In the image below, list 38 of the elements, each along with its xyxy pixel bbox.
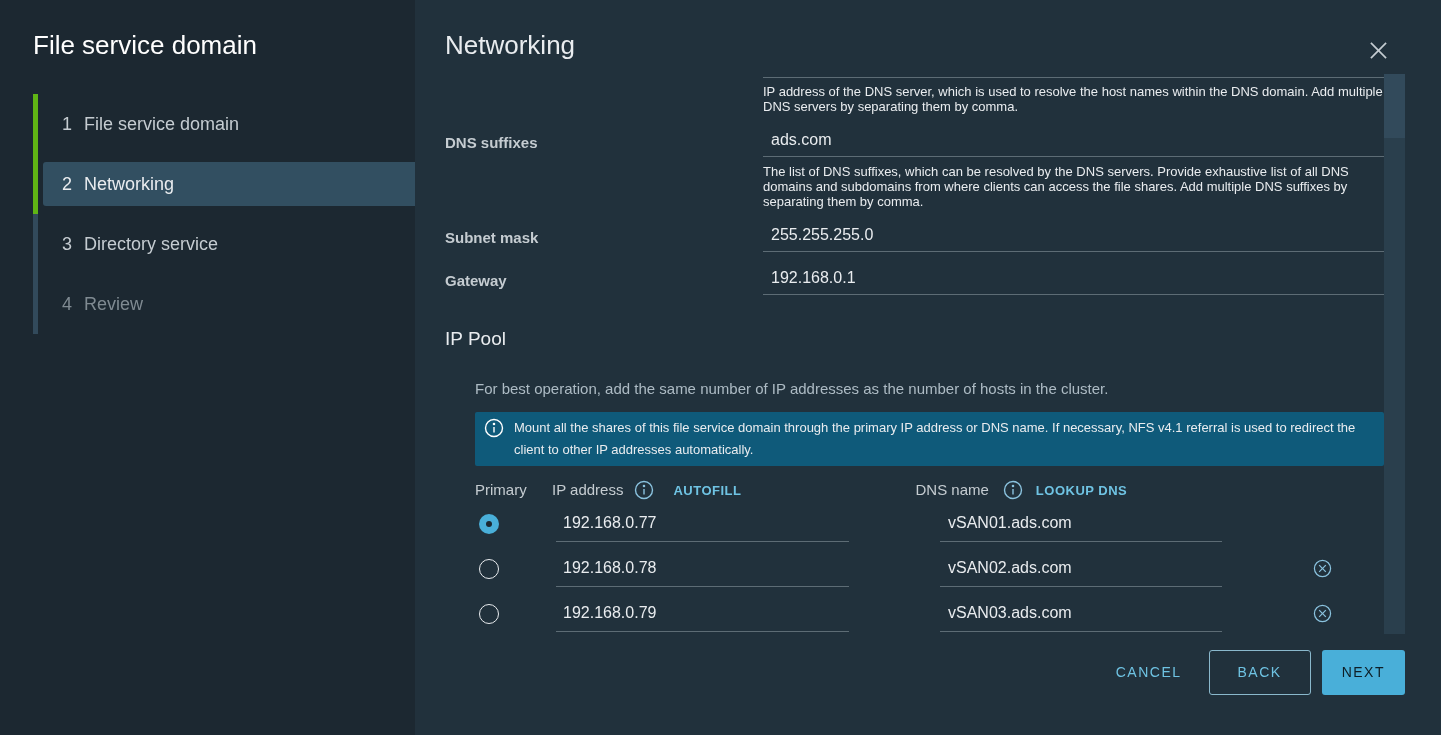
lookup-dns-link[interactable]: LOOKUP DNS <box>1035 480 1128 500</box>
footer-button[interactable]: NEXT <box>1321 650 1405 695</box>
text-field[interactable]: 255.255.255.0 <box>763 209 1384 252</box>
info-icon <box>484 418 504 438</box>
help-text: IP address of the DNS server, which is used to resolve the host names within the DNS domain. Add multiple DNS servers by separating them by comma. <box>763 84 1384 114</box>
field-label: Subnet mask <box>445 227 540 248</box>
scrollbar[interactable] <box>1384 74 1405 634</box>
column-header: Primary <box>475 480 528 500</box>
description-text: For best operation, add the same number of IP addresses as the number of hosts in the cluster. <box>475 378 1110 399</box>
section-title: IP Pool <box>445 327 507 351</box>
footer-button[interactable]: BACK <box>1208 650 1311 695</box>
autofill-link[interactable]: AUTOFILL <box>673 480 742 500</box>
dns-name-field[interactable]: vSAN03.ads.com <box>940 595 1222 632</box>
ip-address-field[interactable]: 192.168.0.79 <box>556 595 849 632</box>
ip-address-field[interactable]: 192.168.0.77 <box>556 505 849 542</box>
info-icon <box>634 480 655 501</box>
radio-button[interactable] <box>479 513 499 534</box>
footer-button[interactable]: CANCEL <box>1099 650 1198 695</box>
remove-icon[interactable] <box>1313 559 1332 578</box>
wizard-title: File service domain <box>33 29 258 62</box>
step-link[interactable]: 1 File service domain <box>43 102 415 146</box>
column-header: DNS name <box>915 480 989 500</box>
text-field[interactable]: ads.com <box>763 114 1384 157</box>
info-icon <box>1002 480 1023 501</box>
remove-icon[interactable] <box>1313 604 1332 623</box>
text-field[interactable]: 192.168.0.1 <box>763 252 1384 295</box>
dns-name-field[interactable]: vSAN01.ads.com <box>940 505 1222 542</box>
step-link[interactable]: 3 Directory service <box>43 222 415 266</box>
alert-text: Mount all the shares of this file service domain through the primary IP address or DNS name. If necessary, NFS v4.1 referral is used to redirect the client to other IP addresses automatically. <box>514 419 1357 459</box>
page-title: Networking <box>445 29 576 62</box>
field-label: Gateway <box>445 270 508 291</box>
help-text: The list of DNS suffixes, which can be resolved by the DNS servers. Provide exhaustive list of all DNS domains and subdomains from where clients can access the file shares. Add multiple DNS suffixes by separating them by comma. <box>763 164 1350 209</box>
field-label: DNS suffixes <box>445 132 539 153</box>
column-header: IP address <box>552 480 624 500</box>
step-link[interactable]: 2 Networking <box>43 162 415 206</box>
close-icon[interactable] <box>1369 41 1388 60</box>
ip-address-field[interactable]: 192.168.0.78 <box>556 550 849 587</box>
dns-name-field[interactable]: vSAN02.ads.com <box>940 550 1222 587</box>
